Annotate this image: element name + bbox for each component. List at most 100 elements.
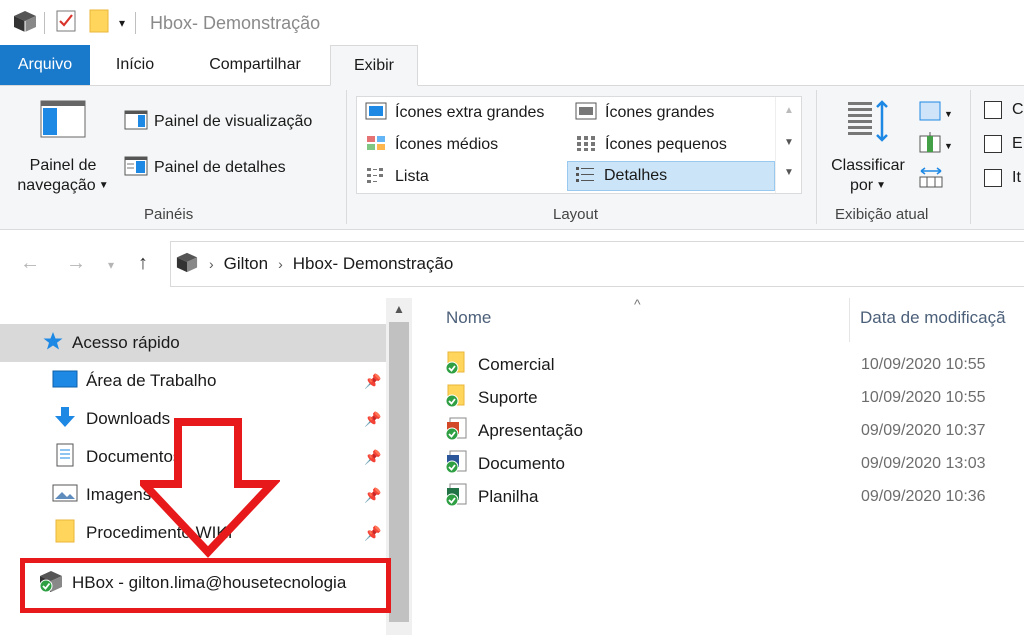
new-folder-icon[interactable] <box>89 8 111 39</box>
nav-item-quick-access[interactable]: Acesso rápido <box>0 324 386 362</box>
details-pane-button[interactable]: Painel de detalhes <box>124 154 286 182</box>
powerpoint-file-icon <box>444 417 468 446</box>
chevron-down-icon: ▼ <box>876 180 887 191</box>
sort-ascending-icon: ^ <box>634 296 641 312</box>
scrollbar-thumb[interactable] <box>389 322 409 622</box>
checkbox-label: E <box>1012 135 1023 152</box>
file-row-apresentacao[interactable]: Apresentação 09/09/2020 10:37 <box>444 416 1024 446</box>
file-date: 10/09/2020 10:55 <box>861 389 986 406</box>
layout-details[interactable]: Detalhes <box>567 161 775 191</box>
expand-gallery-icon[interactable]: ▼ <box>776 167 802 178</box>
layout-extra-large-icons[interactable]: Ícones extra grandes <box>359 99 544 127</box>
layout-list-label: Lista <box>395 168 429 185</box>
file-list: ^ Nome Data de modificaçã Comercial 10/0… <box>412 296 1024 635</box>
pin-icon[interactable]: 📌 <box>364 449 381 466</box>
breadcrumb-gilton[interactable]: Gilton <box>224 254 268 274</box>
column-header-date-modified[interactable]: Data de modificaçã <box>860 308 1006 328</box>
pin-icon[interactable]: 📌 <box>364 487 381 504</box>
checkbox-label: C <box>1012 101 1024 118</box>
show-hide-checkbox-3[interactable]: It <box>984 166 1021 190</box>
large-icons-icon <box>575 102 597 125</box>
file-date: 09/09/2020 13:03 <box>861 455 986 472</box>
address-bar[interactable]: › Gilton › Hbox- Demonstração <box>170 241 1024 287</box>
add-columns-button[interactable]: ▼ <box>918 132 953 159</box>
recent-locations-chevron-icon[interactable]: ▾ <box>108 258 114 272</box>
column-header-name[interactable]: Nome <box>446 308 491 328</box>
layout-extra-large-label: Ícones extra grandes <box>395 104 545 121</box>
checkbox[interactable] <box>984 169 1002 187</box>
group-label-paineis: Painéis <box>144 206 194 223</box>
pictures-icon <box>52 483 78 508</box>
back-arrow-icon[interactable]: ← <box>20 252 40 275</box>
quick-access-separator <box>44 12 45 34</box>
checkbox[interactable] <box>984 135 1002 153</box>
annotation-highlight-box <box>20 558 391 613</box>
forward-arrow-icon[interactable]: → <box>66 252 86 275</box>
sort-icon <box>844 98 892 150</box>
breadcrumb-hbox-demonstracao[interactable]: Hbox- Demonstração <box>293 254 454 274</box>
properties-icon[interactable] <box>55 9 77 38</box>
desktop-icon <box>52 369 78 394</box>
layout-large-icons[interactable]: Ícones grandes <box>569 99 714 127</box>
layout-list[interactable]: Lista <box>359 163 429 191</box>
size-columns-button[interactable] <box>918 166 944 193</box>
breadcrumb-chevron-icon[interactable]: › <box>209 256 214 272</box>
chevron-down-icon: ▼ <box>944 108 953 119</box>
column-separator[interactable] <box>849 298 850 342</box>
tab-compartilhar[interactable]: Compartilhar <box>180 45 330 85</box>
file-row-planilha[interactable]: Planilha 09/09/2020 10:36 <box>444 482 1024 512</box>
synced-folder-icon <box>444 351 468 380</box>
layout-gallery-scroll[interactable]: ▲ ▼ ▼ <box>775 97 801 193</box>
details-view-icon <box>574 165 596 188</box>
synced-folder-icon <box>444 384 468 413</box>
tab-inicio[interactable]: Início <box>90 45 180 85</box>
hbox-location-icon <box>175 251 199 278</box>
group-by-icon <box>918 100 942 127</box>
show-hide-checkbox-1[interactable]: C <box>984 98 1024 122</box>
file-date: 09/09/2020 10:37 <box>861 422 986 439</box>
pin-icon[interactable]: 📌 <box>364 373 381 390</box>
chevron-down-icon: ▼ <box>944 140 953 151</box>
small-icons-icon <box>575 134 597 157</box>
download-arrow-icon <box>52 406 78 433</box>
breadcrumb-chevron-icon[interactable]: › <box>278 256 283 272</box>
preview-pane-button[interactable]: Painel de visualização <box>124 108 312 136</box>
file-name: Documento <box>478 454 565 473</box>
navigation-pane-button[interactable]: Painel de navegação ▼ <box>12 100 114 196</box>
extra-large-icons-icon <box>365 102 387 125</box>
layout-medium-label: Ícones médios <box>395 136 499 153</box>
customize-toolbar-chevron-icon[interactable]: ▾ <box>119 16 125 30</box>
tab-arquivo[interactable]: Arquivo <box>0 45 90 85</box>
scroll-down-icon[interactable]: ▼ <box>776 137 802 148</box>
layout-medium-icons[interactable]: Ícones médios <box>359 131 498 159</box>
title-separator <box>135 12 137 34</box>
tab-exibir[interactable]: Exibir <box>330 45 418 86</box>
sort-by-button[interactable]: Classificar por ▼ <box>826 98 910 196</box>
preview-pane-icon <box>124 110 148 135</box>
show-hide-checkbox-2[interactable]: E <box>984 132 1023 156</box>
up-arrow-icon[interactable]: ↑ <box>138 252 148 275</box>
layout-small-icons[interactable]: Ícones pequenos <box>569 131 727 159</box>
scroll-up-icon[interactable]: ▲ <box>776 105 802 116</box>
layout-large-label: Ícones grandes <box>605 104 715 121</box>
chevron-down-icon: ▼ <box>98 180 109 191</box>
file-row-suporte[interactable]: Suporte 10/09/2020 10:55 <box>444 383 1024 413</box>
checkbox[interactable] <box>984 101 1002 119</box>
pin-icon[interactable]: 📌 <box>364 525 381 542</box>
file-name: Comercial <box>478 355 555 374</box>
layout-gallery: Ícones extra grandes Ícones grandes Ícon… <box>356 96 802 194</box>
pin-icon[interactable]: 📌 <box>364 411 381 428</box>
file-name: Planilha <box>478 487 539 506</box>
scroll-up-icon[interactable]: ▲ <box>386 302 412 316</box>
layout-details-label: Detalhes <box>604 167 668 184</box>
file-row-comercial[interactable]: Comercial 10/09/2020 10:55 <box>444 350 1024 380</box>
layout-small-label: Ícones pequenos <box>605 136 727 153</box>
add-columns-icon <box>918 132 942 159</box>
annotation-arrow-icon <box>140 418 280 558</box>
nav-item-desktop[interactable]: Área de Trabalho 📌 <box>0 362 386 400</box>
group-label-current-view: Exibição atual <box>835 206 929 223</box>
group-by-button[interactable]: ▼ <box>918 100 953 127</box>
file-row-documento[interactable]: Documento 09/09/2020 13:03 <box>444 449 1024 479</box>
title-bar: ▾ Hbox- Demonstração <box>0 0 1024 46</box>
window-title: Hbox- Demonstração <box>150 12 321 33</box>
